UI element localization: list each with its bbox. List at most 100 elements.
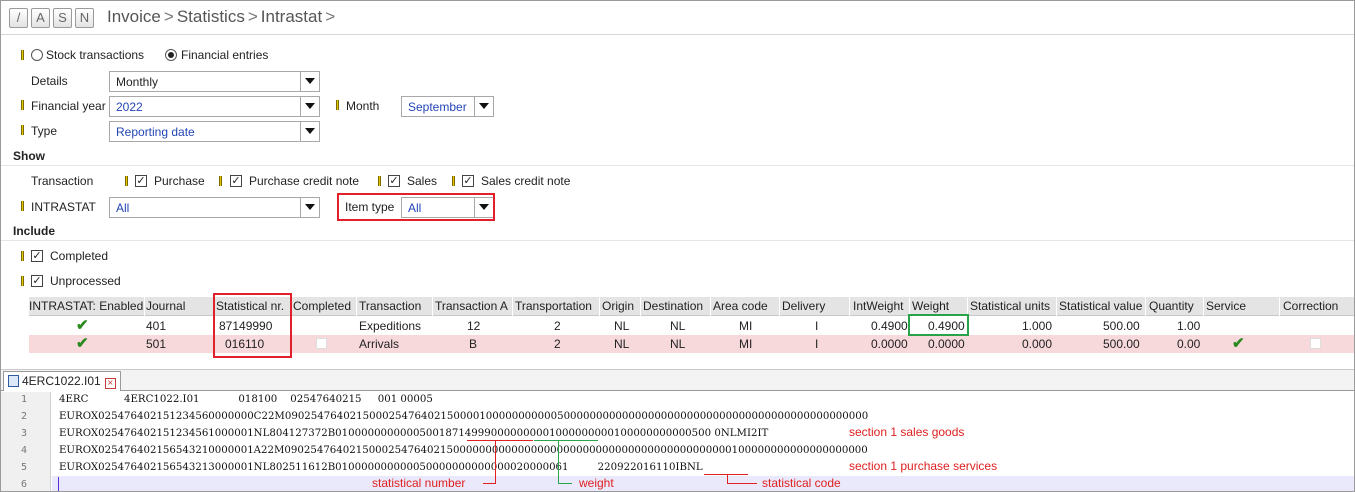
col-intrastat-enabled[interactable]: INTRASTAT: Enabled xyxy=(29,299,143,313)
col-statistical-value[interactable]: Statistical value xyxy=(1059,299,1142,313)
stock-transactions-label: Stock transactions xyxy=(46,48,145,62)
col-journal[interactable]: Journal xyxy=(146,299,185,313)
type-label: Type xyxy=(31,124,58,138)
purchase-credit-label: Purchase credit note xyxy=(249,174,360,188)
sales-credit-checkbox[interactable]: ✓ xyxy=(462,175,474,187)
line-number: 1 xyxy=(20,394,27,405)
transaction-label: Transaction xyxy=(31,174,94,188)
purchase-label: Purchase xyxy=(154,174,205,188)
cell-transportation: 2 xyxy=(554,337,561,351)
col-destination[interactable]: Destination xyxy=(643,299,703,313)
line-number: 5 xyxy=(20,462,27,473)
slash-button[interactable]: / xyxy=(9,8,28,28)
service-check-icon: ✔ xyxy=(1232,335,1245,352)
month-select[interactable]: September xyxy=(401,96,494,117)
chevron-down-icon[interactable] xyxy=(474,97,493,116)
breadcrumb-separator-icon: > xyxy=(247,7,258,26)
sales-checkbox[interactable]: ✓ xyxy=(388,175,400,187)
col-quantity[interactable]: Quantity xyxy=(1149,299,1194,313)
details-select[interactable]: Monthly xyxy=(109,71,320,92)
required-marker-icon xyxy=(219,176,222,186)
purchase-checkbox[interactable]: ✓ xyxy=(135,175,147,187)
statistical-code-underline xyxy=(704,474,748,475)
enabled-check-icon: ✔ xyxy=(76,335,89,352)
intrastat-select[interactable]: All xyxy=(109,197,320,218)
cell-intweight: 0.4900 xyxy=(871,319,908,333)
annotation-purchase-services: section 1 purchase services xyxy=(849,459,998,473)
financial-year-select[interactable]: 2022 xyxy=(109,96,320,117)
financial-year-value: 2022 xyxy=(116,100,143,114)
file-icon xyxy=(8,375,19,387)
financial-entries-label: Financial entries xyxy=(181,48,269,62)
annotation-sales-goods: section 1 sales goods xyxy=(849,425,965,439)
col-transaction[interactable]: Transaction xyxy=(359,299,421,313)
col-completed[interactable]: Completed xyxy=(293,299,351,313)
col-delivery[interactable]: Delivery xyxy=(782,299,825,313)
col-area-code[interactable]: Area code xyxy=(713,299,768,313)
code-line: EUROX025476402156543213000001NL802511612… xyxy=(59,462,703,473)
cell-area-code: MI xyxy=(739,319,753,333)
col-transaction-a[interactable]: Transaction A xyxy=(435,299,508,313)
s-button[interactable]: S xyxy=(53,8,72,28)
line-number: 6 xyxy=(20,479,27,490)
chevron-down-icon[interactable] xyxy=(300,72,319,91)
cell-journal: 401 xyxy=(146,319,167,333)
annotation-weight: weight xyxy=(579,476,614,490)
col-statistical-units[interactable]: Statistical units xyxy=(970,299,1050,313)
cell-journal: 501 xyxy=(146,337,167,351)
col-correction[interactable]: Correction xyxy=(1283,299,1338,313)
file-tab[interactable]: 4ERC1022.I01 × xyxy=(3,371,121,391)
col-intweight[interactable]: IntWeight xyxy=(853,299,903,313)
chevron-down-icon[interactable] xyxy=(300,97,319,116)
cell-transaction-a: B xyxy=(469,337,478,351)
statistical-number-pointer xyxy=(495,440,496,484)
cell-weight: 0.0000 xyxy=(928,337,965,351)
stock-transactions-radio[interactable] xyxy=(31,49,43,61)
completed-checkbox[interactable]: ✓ xyxy=(31,250,43,262)
cell-transaction-a: 12 xyxy=(467,319,481,333)
intrastat-label: INTRASTAT xyxy=(31,200,96,214)
current-line-highlight xyxy=(52,476,1354,491)
breadcrumb-separator-icon: > xyxy=(325,7,336,26)
cell-intweight: 0.0000 xyxy=(871,337,908,351)
purchase-credit-checkbox[interactable]: ✓ xyxy=(230,175,242,187)
breadcrumb-intrastat[interactable]: Intrastat xyxy=(261,7,322,26)
statistical-nr-highlight xyxy=(213,293,292,358)
chevron-down-icon[interactable] xyxy=(300,198,319,217)
header-bar: / A S N Invoice > Statistics > Intrastat > xyxy=(1,1,1354,35)
col-origin[interactable]: Origin xyxy=(602,299,634,313)
text-caret xyxy=(58,477,59,491)
unprocessed-checkbox[interactable]: ✓ xyxy=(31,275,43,287)
breadcrumb-statistics[interactable]: Statistics xyxy=(177,7,245,26)
annotation-statistical-code: statistical code xyxy=(762,476,841,490)
sales-credit-label: Sales credit note xyxy=(481,174,571,188)
required-marker-icon xyxy=(21,125,24,135)
required-marker-icon xyxy=(21,100,24,110)
enabled-check-icon: ✔ xyxy=(76,317,89,334)
correction-checkbox[interactable] xyxy=(1310,338,1321,349)
col-weight[interactable]: Weight xyxy=(912,299,949,313)
close-icon[interactable]: × xyxy=(104,378,116,389)
statistical-number-pointer xyxy=(483,483,496,484)
financial-entries-radio[interactable] xyxy=(165,49,177,61)
a-button[interactable]: A xyxy=(31,8,50,28)
line-number: 2 xyxy=(20,411,27,422)
breadcrumb-invoice[interactable]: Invoice xyxy=(107,7,161,26)
cell-delivery: I xyxy=(815,337,819,351)
col-transportation[interactable]: Transportation xyxy=(515,299,592,313)
cell-origin: NL xyxy=(614,337,630,351)
code-line: 4ERC 4ERC1022.I01 018100 02547640215 001… xyxy=(59,394,433,405)
n-button[interactable]: N xyxy=(75,8,94,28)
col-service[interactable]: Service xyxy=(1206,299,1246,313)
cell-delivery: I xyxy=(815,319,819,333)
code-line: EUROX025476402151234561000001NL804127372… xyxy=(59,428,769,439)
completed-checkbox[interactable] xyxy=(316,338,327,349)
completed-label: Completed xyxy=(50,249,109,263)
intrastat-value: All xyxy=(116,201,130,215)
statistical-code-pointer xyxy=(727,483,757,484)
chevron-down-icon[interactable] xyxy=(300,122,319,141)
type-select[interactable]: Reporting date xyxy=(109,121,320,142)
cell-transaction: Arrivals xyxy=(359,337,400,351)
cell-statistical-units: 0.000 xyxy=(1022,337,1053,351)
text-editor[interactable]: 1 2 3 4 5 6 4ERC 4ERC1022.I01 018100 025… xyxy=(1,392,1354,491)
